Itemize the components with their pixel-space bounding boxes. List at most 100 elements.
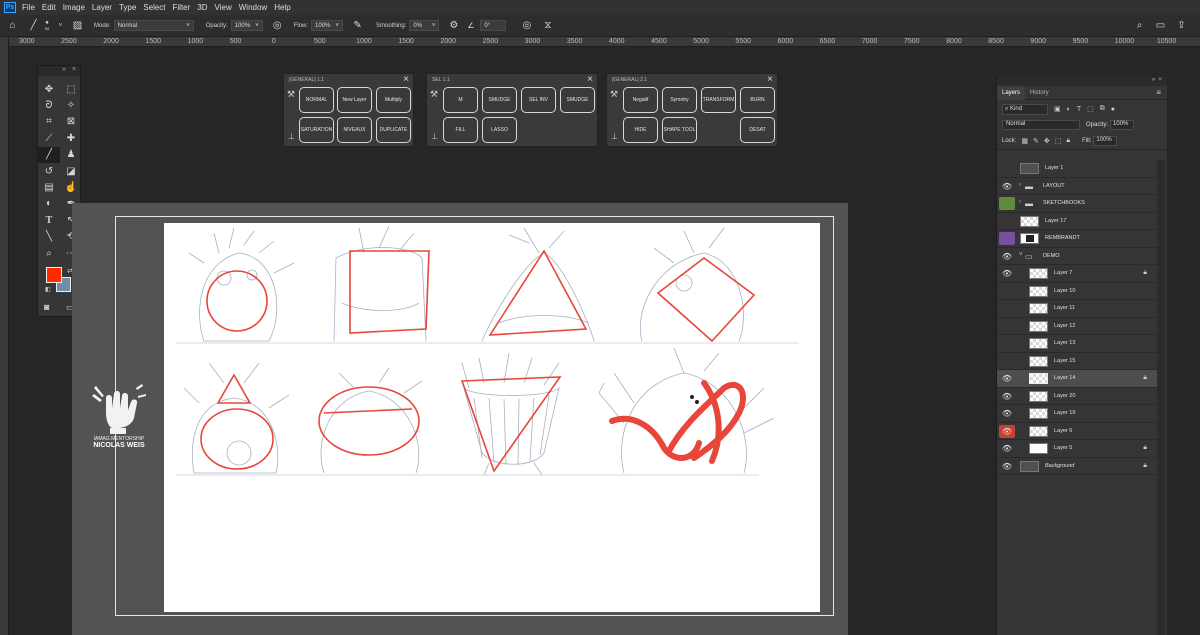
chevron-down-icon[interactable]: ˅ [1019, 252, 1023, 258]
visibility-toggle[interactable] [999, 232, 1015, 245]
home-icon[interactable]: ⌂ [6, 19, 19, 32]
menu-edit[interactable]: Edit [42, 3, 56, 12]
eye-icon[interactable]: 👁︎ [999, 390, 1015, 403]
eye-icon[interactable]: 👁︎ [999, 372, 1015, 385]
eye-icon[interactable]: 👁︎ [999, 424, 1015, 438]
eye-icon[interactable]: 👁︎ [999, 180, 1015, 193]
pressure-opacity-icon[interactable]: ◎ [271, 19, 284, 32]
marquee-tool-icon[interactable]: ⬚ [60, 81, 82, 97]
chevron-right-icon[interactable]: › [1019, 182, 1021, 188]
shortcut-button-shape-tool[interactable]: SHAPE TOOL [662, 117, 697, 143]
close-icon[interactable]: × [1158, 77, 1162, 83]
airbrush-icon[interactable]: ✎ [351, 19, 364, 32]
shortcut-button-new-layer[interactable]: New Layer [337, 87, 372, 113]
close-icon[interactable]: × [403, 74, 409, 85]
gear-icon[interactable]: ⚙ [447, 19, 460, 32]
wrench-icon[interactable]: ⚒ [610, 89, 618, 100]
adjustment-filter-icon[interactable]: ◐ [1067, 106, 1071, 113]
layer-row[interactable]: Layer 13 [997, 335, 1157, 353]
collapse-icon[interactable]: » [1152, 77, 1155, 83]
gradient-tool-icon[interactable]: ▤ [38, 179, 60, 195]
menu-window[interactable]: Window [239, 3, 267, 12]
search-icon[interactable]: ⌕ [1133, 19, 1146, 32]
visibility-toggle[interactable] [999, 197, 1015, 210]
eye-icon[interactable]: 👁︎ [999, 442, 1015, 455]
close-icon[interactable]: × [72, 66, 76, 76]
layer-row[interactable]: Layer 1 [997, 160, 1157, 178]
menu-filter[interactable]: Filter [173, 3, 191, 12]
layer-row[interactable]: Layer 15 [997, 353, 1157, 370]
shortcut-button-smudge-2[interactable]: SMUDGE [560, 87, 595, 113]
menu-type[interactable]: Type [119, 3, 136, 12]
shortcut-button-lasso[interactable]: LASSO [482, 117, 517, 143]
type-filter-icon[interactable]: T [1077, 106, 1081, 113]
wrench-icon[interactable]: ⚒ [430, 89, 438, 100]
smudge-tool-icon[interactable]: ☝ [60, 179, 82, 195]
layer-row[interactable]: 👁︎ Layer 6 [997, 423, 1157, 440]
chevron-down-icon[interactable]: ˅ [54, 19, 67, 32]
panel-menu-icon[interactable]: ≡ [1156, 88, 1161, 97]
opacity-field[interactable]: 100% ˅ [230, 20, 263, 31]
menu-help[interactable]: Help [274, 3, 290, 12]
share-icon[interactable]: ⇪ [1175, 19, 1188, 32]
layer-fill-field[interactable]: 100% [1093, 135, 1118, 146]
shortcut-button-saturation[interactable]: SATURATION [299, 117, 334, 143]
foreground-color-swatch[interactable] [46, 267, 62, 283]
lock-position-icon[interactable]: ✥ [1044, 137, 1050, 145]
layers-scrollbar[interactable] [1157, 160, 1165, 635]
type-tool-icon[interactable]: T [38, 212, 60, 228]
lock-artboard-icon[interactable]: ⬚ [1055, 137, 1062, 145]
shortcut-button-m[interactable]: M [443, 87, 478, 113]
pressure-size-icon[interactable]: ◎ [520, 19, 533, 32]
lock-transparent-icon[interactable]: ▦ [1021, 137, 1028, 145]
layer-row[interactable]: REMBRANDT [997, 230, 1157, 248]
horizontal-ruler[interactable]: 3000 2500 2000 1500 1000 500 0 500 1000 1500 2000 2… [9, 37, 1200, 47]
move-tool-icon[interactable]: ✥ [38, 81, 60, 97]
brush-preset-picker[interactable]: ● 55 [42, 19, 52, 32]
history-brush-tool-icon[interactable]: ↺ [38, 163, 60, 179]
symmetry-icon[interactable]: ⧖ [541, 19, 554, 32]
filter-toggle-icon[interactable]: ● [1111, 106, 1115, 113]
close-icon[interactable]: × [587, 74, 593, 85]
shortcut-button-sel-inv[interactable]: SEL INV [521, 87, 556, 113]
chevron-right-icon[interactable]: › [1019, 199, 1021, 205]
smoothing-field[interactable]: 0% ˅ [409, 20, 440, 31]
layer-group-row[interactable]: 👁︎ ˅ ▭ DEMO [997, 248, 1157, 265]
layer-row-selected[interactable]: 👁︎ Layer 14 🔒︎ [997, 370, 1157, 388]
lock-image-icon[interactable]: ✎ [1033, 137, 1039, 145]
zoom-tool-icon[interactable]: ⌕ [38, 245, 60, 261]
brush-tool-icon[interactable]: ╱ [27, 19, 40, 32]
quick-mask-icon[interactable]: ◙ [44, 302, 49, 312]
magic-wand-tool-icon[interactable]: ✧ [60, 97, 82, 113]
close-icon[interactable]: × [767, 74, 773, 85]
clone-stamp-tool-icon[interactable]: ♟ [60, 147, 82, 163]
angle-field[interactable]: 0° [480, 20, 507, 31]
collapse-icon[interactable]: » [62, 66, 66, 76]
menu-view[interactable]: View [215, 3, 232, 12]
blend-mode-select[interactable]: Normal [1002, 120, 1080, 130]
eraser-tool-icon[interactable]: ◪ [60, 163, 82, 179]
photoshop-logo-icon[interactable]: Ps [4, 2, 16, 13]
shortcut-button-duplicate[interactable]: DUPLICATE [376, 117, 411, 143]
layer-opacity-field[interactable]: 100% [1110, 120, 1135, 130]
shortcut-button-transform[interactable]: TRANSFORM [701, 87, 736, 113]
pin-icon[interactable]: ⊥ [288, 132, 295, 141]
line-tool-icon[interactable]: ╲ [38, 229, 60, 245]
visibility-toggle[interactable] [999, 355, 1015, 368]
vertical-ruler[interactable] [0, 37, 9, 635]
shortcut-button-multiply[interactable]: Multiply [376, 87, 411, 113]
visibility-toggle[interactable] [999, 285, 1015, 298]
brush-settings-icon[interactable]: ▨ [71, 19, 84, 32]
layer-row[interactable]: 👁︎ Layer 20 [997, 388, 1157, 405]
workspace-icon[interactable]: ▭ [1154, 19, 1167, 32]
layer-row-background[interactable]: 👁︎ Background 🔒︎ [997, 458, 1157, 475]
lasso-tool-icon[interactable]: ᘐ [38, 97, 60, 113]
visibility-toggle[interactable] [999, 215, 1015, 228]
visibility-toggle[interactable] [999, 302, 1015, 315]
eyedropper-tool-icon[interactable]: ⟋ [38, 130, 60, 146]
healing-brush-tool-icon[interactable]: ✚ [60, 130, 82, 146]
menu-layer[interactable]: Layer [92, 3, 112, 12]
brush-tool-icon[interactable]: ╱ [38, 146, 60, 163]
visibility-toggle[interactable] [999, 320, 1015, 333]
mode-select[interactable]: Normal ˅ [113, 20, 194, 31]
